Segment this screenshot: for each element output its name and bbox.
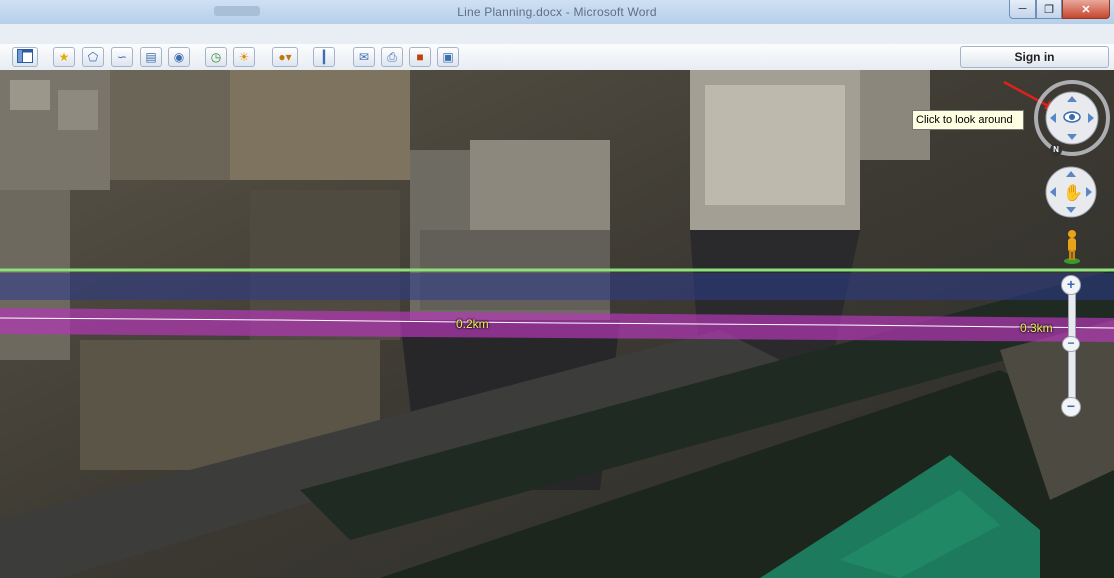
sun-icon: ☀ [238, 50, 250, 64]
print-icon: ⎙ [387, 50, 397, 64]
historical-imagery-button[interactable]: ◷ [205, 47, 227, 67]
view-in-maps-button[interactable]: ■ [409, 47, 431, 67]
route-overlay [0, 80, 1114, 342]
look-around-tooltip: Click to look around [912, 110, 1024, 130]
planet-icon: ●▾ [278, 50, 292, 64]
switch-planet-button[interactable]: ●▾ [272, 47, 298, 67]
maps-icon: ■ [416, 50, 424, 64]
distance-label-0-2km: 0.2km [456, 317, 489, 331]
clock-icon: ◷ [210, 50, 222, 64]
hand-icon: ✋ [1063, 185, 1083, 202]
minimize-button[interactable]: ─ [1009, 0, 1036, 19]
ruler-icon: ┃ [320, 50, 328, 64]
distance-label-0-3km: 0.3km [1020, 321, 1053, 335]
email-icon: ✉ [358, 50, 370, 64]
band-overlay [0, 273, 1114, 300]
zoom-slider[interactable]: + − − [1061, 275, 1081, 417]
ruler-button[interactable]: ┃ [313, 47, 335, 67]
move-control[interactable]: ✋ [1045, 166, 1097, 218]
zoom-in-button[interactable]: + [1061, 275, 1081, 295]
sunlight-button[interactable]: ☀ [233, 47, 255, 67]
path-icon: ∽ [116, 50, 128, 64]
overlay-icon: ▤ [145, 50, 157, 64]
compass-north-label[interactable]: N [1050, 144, 1062, 156]
image-icon: ▣ [442, 50, 454, 64]
sign-in-button[interactable]: Sign in [960, 46, 1109, 68]
email-button[interactable]: ✉ [353, 47, 375, 67]
zoom-handle[interactable]: − [1062, 336, 1080, 352]
record-tour-button[interactable]: ◉ [168, 47, 190, 67]
route-band [0, 308, 1114, 342]
window-title: Line Planning.docx - Microsoft Word [457, 5, 657, 19]
pin-icon: ★ [58, 50, 70, 64]
look-around-control[interactable]: N [1034, 80, 1110, 156]
add-polygon-button[interactable]: ⬠ [82, 47, 104, 67]
zoom-out-button[interactable]: − [1061, 397, 1081, 417]
toolbar: ★ ⬠ ∽ ▤ ◉ ◷ ☀ ●▾ ┃ ✉ ⎙ ■ ▣ Sign in [0, 44, 1114, 71]
sidebar-toggle-button[interactable] [12, 47, 38, 67]
add-image-overlay-button[interactable]: ▤ [140, 47, 162, 67]
street-view-pegman[interactable] [1062, 228, 1082, 264]
add-placemark-button[interactable]: ★ [53, 47, 75, 67]
eye-icon [1063, 108, 1081, 126]
menu-strip [0, 24, 1114, 44]
polygon-icon: ⬠ [87, 50, 99, 64]
close-button[interactable]: ✕ [1062, 0, 1110, 19]
print-button[interactable]: ⎙ [381, 47, 403, 67]
sidebar-icon [17, 49, 33, 65]
map-viewport[interactable]: 0.2km 0.3km [0, 70, 1114, 578]
title-bar: Line Planning.docx - Microsoft Word ─ ❐ … [0, 0, 1114, 24]
maximize-button[interactable]: ❐ [1036, 0, 1062, 19]
add-path-button[interactable]: ∽ [111, 47, 133, 67]
tour-icon: ◉ [173, 50, 185, 64]
save-image-button[interactable]: ▣ [437, 47, 459, 67]
